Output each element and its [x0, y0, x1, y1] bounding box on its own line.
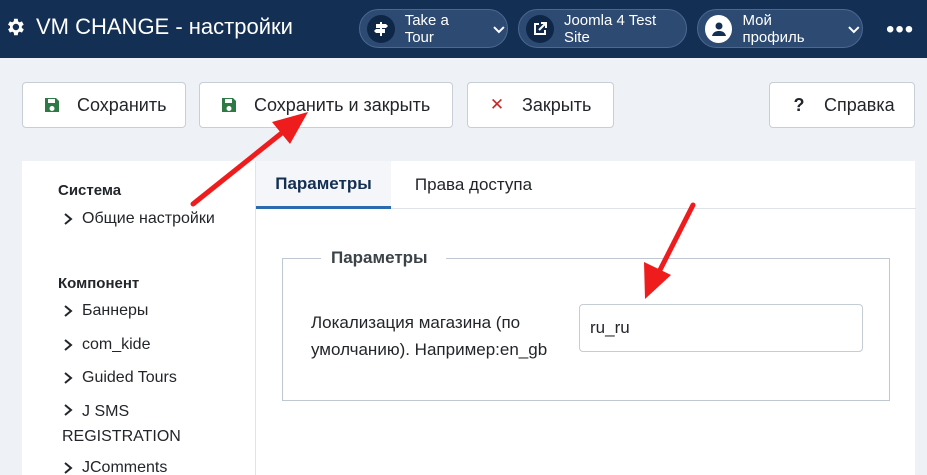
app-header: VM CHANGE - настройки Take a Tour Joomla…: [0, 0, 927, 58]
chevron-right-icon: [64, 305, 73, 317]
save-icon: [220, 96, 238, 114]
help-icon: ?: [793, 94, 805, 115]
tab-bar: Параметры Права доступа: [256, 161, 916, 209]
tab-label: Параметры: [275, 173, 372, 193]
sidebar-item-label: Баннеры: [82, 302, 149, 319]
gear-icon: [8, 18, 24, 36]
save-button[interactable]: Сохранить: [22, 82, 186, 128]
help-button[interactable]: ? Справка: [769, 82, 915, 128]
sidebar-item-guided-tours[interactable]: Guided Tours: [62, 369, 177, 387]
sidebar-item-label: Guided Tours: [82, 369, 177, 386]
tab-permissions[interactable]: Права доступа: [391, 161, 556, 209]
profile-label: Мой профиль: [742, 11, 805, 46]
take-a-tour-label: Take a Tour: [404, 11, 449, 46]
save-and-close-button[interactable]: Сохранить и закрыть: [199, 82, 453, 128]
parameters-fieldset: Параметры Локализация магазина (по умолч…: [282, 248, 890, 401]
shop-locale-input[interactable]: [579, 304, 863, 352]
more-menu-icon[interactable]: •••: [886, 16, 914, 44]
chevron-right-icon: [64, 213, 73, 225]
chevron-down-icon: [493, 25, 505, 33]
main-panel: Параметры Права доступа Параметры Локали…: [255, 161, 916, 475]
toolbar: Сохранить Сохранить и закрыть ✕ Закрыть …: [0, 58, 927, 150]
sidebar-item-general-settings[interactable]: Общие настройки: [62, 210, 215, 228]
save-and-close-label: Сохранить и закрыть: [254, 94, 431, 115]
site-link-button[interactable]: Joomla 4 Test Site: [518, 9, 687, 48]
external-link-icon: [526, 14, 554, 43]
sidebar-item-j-sms-registration[interactable]: J SMS REGISTRATION: [62, 399, 242, 449]
close-icon: ✕: [489, 95, 505, 114]
page-title: VM CHANGE - настройки: [36, 14, 293, 39]
chevron-down-icon: [848, 25, 860, 33]
tab-label: Права доступа: [414, 175, 533, 194]
chevron-right-icon: [64, 339, 73, 351]
chevron-right-icon: [64, 462, 73, 474]
sidebar-item-label: Общие настройки: [82, 210, 215, 227]
chevron-right-icon: [64, 372, 73, 384]
chevron-right-icon: [64, 404, 73, 416]
close-button[interactable]: ✕ Закрыть: [467, 82, 614, 128]
profile-button[interactable]: Мой профиль: [697, 9, 863, 48]
save-icon: [43, 96, 61, 114]
signpost-icon: [367, 14, 395, 43]
sidebar-item-label: com_kide: [82, 336, 151, 353]
sidebar-heading-system: Система: [58, 182, 122, 199]
sidebar-heading-component: Компонент: [58, 275, 140, 292]
user-icon: [705, 14, 733, 43]
fieldset-legend: Параметры: [321, 248, 446, 268]
sidebar-item-label: J SMS REGISTRATION: [62, 403, 181, 445]
close-label: Закрыть: [522, 94, 592, 115]
sidebar-item-banners[interactable]: Баннеры: [62, 302, 148, 320]
help-label: Справка: [824, 94, 895, 115]
sidebar-item-label: JComments: [82, 459, 168, 475]
site-link-label: Joomla 4 Test Site: [563, 11, 657, 46]
take-a-tour-button[interactable]: Take a Tour: [359, 9, 508, 48]
sidebar-item-com-kide[interactable]: com_kide: [62, 336, 150, 354]
save-label: Сохранить: [77, 94, 167, 115]
shop-locale-label: Локализация магазина (по умолчанию). Нап…: [311, 313, 548, 359]
sidebar: Система Общие настройки Компонент Баннер…: [22, 161, 255, 475]
tab-parameters[interactable]: Параметры: [256, 161, 391, 209]
sidebar-item-jcomments[interactable]: JComments: [62, 459, 167, 475]
